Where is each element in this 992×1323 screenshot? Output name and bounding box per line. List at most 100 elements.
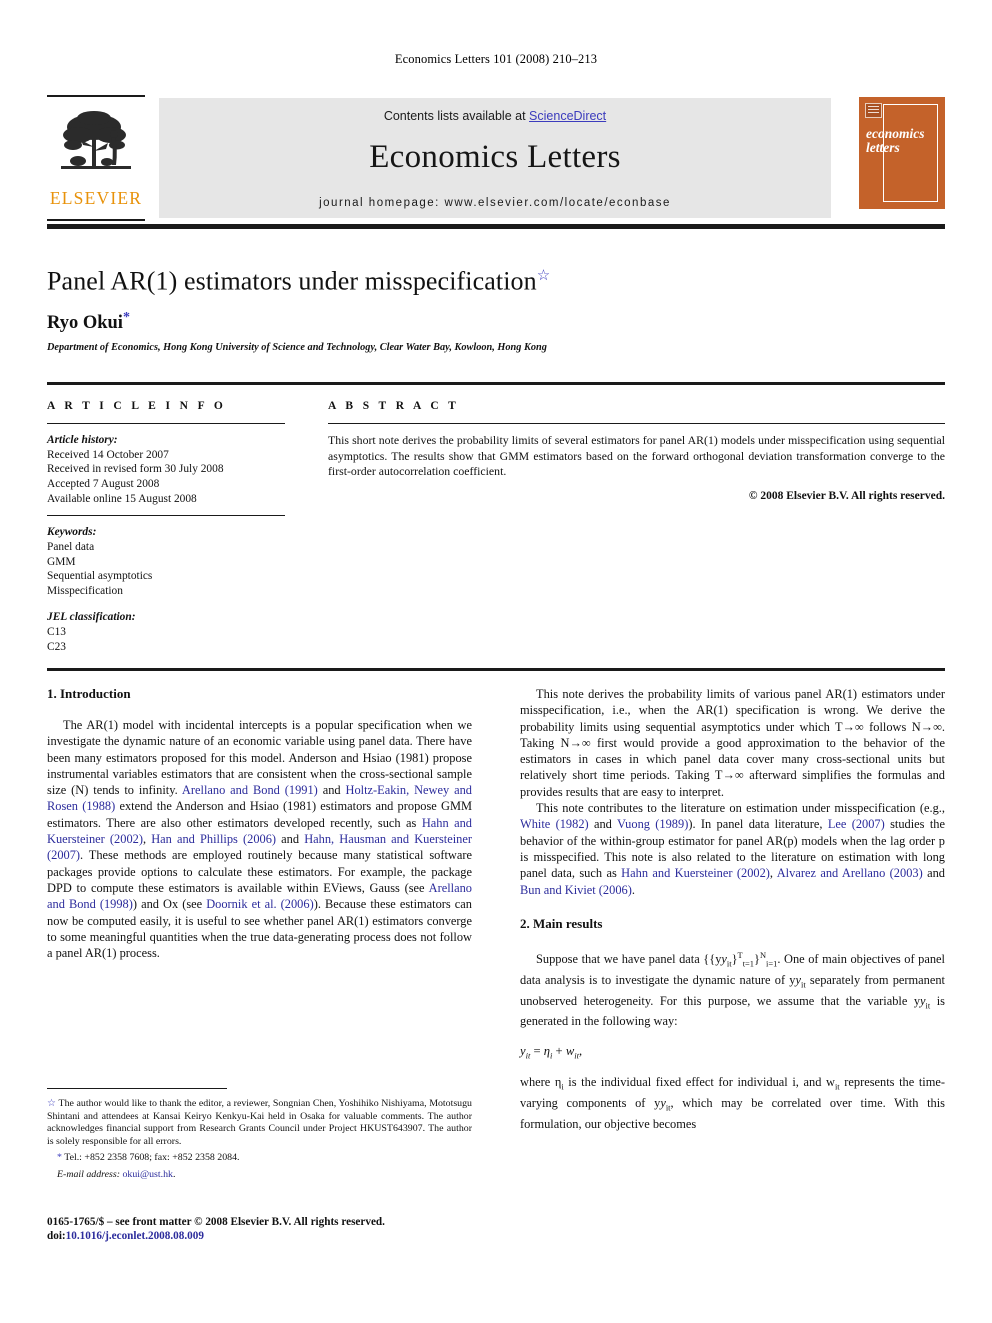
abstract-bottom-rule [47, 668, 945, 671]
cover-title-line2: letters [866, 140, 900, 155]
lit-text-g: . [631, 882, 635, 897]
footnote-block: ☆ The author would like to thank the edi… [47, 1098, 472, 1182]
citation-link[interactable]: Doornik et al. (2006) [206, 897, 313, 911]
jel-group: JEL classification: C13 C23 [47, 610, 285, 654]
setup-text-a: Suppose that we have panel data {{y [536, 951, 722, 966]
footnote-star-icon: ☆ [47, 1098, 57, 1109]
cover-title: economics letters [866, 127, 925, 155]
intro-text-e: and [276, 832, 305, 847]
keywords-rule [47, 515, 285, 517]
title-footnote-marker-icon[interactable]: ☆ [537, 268, 551, 284]
paragraph-literature: This note contributes to the literature … [520, 800, 945, 898]
doi-line: doi:10.1016/j.econlet.2008.08.009 [47, 1229, 507, 1243]
citation-link[interactable]: Bun and Kiviet (2006) [520, 883, 632, 897]
intro-text-d: , [142, 832, 152, 847]
tree-illustration-svg [61, 111, 131, 169]
paragraph-intro: The AR(1) model with incidental intercep… [47, 717, 472, 961]
citation-link[interactable]: Hahn and Kuersteiner (2002) [621, 866, 770, 880]
keyword-item: Misspecification [47, 584, 123, 597]
footnote-email-line: E-mail address: okui@ust.hk. [57, 1168, 176, 1180]
citation-link[interactable]: Vuong (1989) [617, 817, 688, 831]
history-item: Received 14 October 2007 [47, 448, 169, 461]
keywords-label: Keywords: [47, 526, 97, 539]
cover-title-line1: economics [866, 126, 925, 141]
journal-banner: Contents lists available at ScienceDirec… [159, 98, 831, 218]
elsevier-tree-icon [61, 107, 131, 186]
jel-code: C13 [47, 625, 66, 638]
journal-masthead: ELSEVIER Contents lists available at Sci… [47, 95, 945, 223]
article-title-text: Panel AR(1) estimators under misspecific… [47, 266, 537, 296]
section-heading-introduction: 1. Introduction [47, 686, 131, 701]
footnote-corresponding-marker-icon: * [57, 1152, 62, 1164]
author-name: Ryo Okui [47, 312, 123, 333]
footnote-telephone: Tel.: +852 2358 7608; fax: +852 2358 208… [64, 1152, 240, 1164]
elsevier-logo: ELSEVIER [47, 95, 145, 221]
keyword-item: Sequential asymptotics [47, 570, 153, 583]
keyword-item: Panel data [47, 540, 95, 553]
article-info-rule [47, 423, 285, 425]
footnote-email-label: E-mail address: [57, 1168, 120, 1180]
history-item: Received in revised form 30 July 2008 [47, 463, 224, 476]
abstract-copyright: © 2008 Elsevier B.V. All rights reserved… [748, 490, 945, 503]
contents-available-line: Contents lists available at ScienceDirec… [159, 109, 831, 123]
imprint-block: 0165-1765/$ – see front matter © 2008 El… [47, 1215, 507, 1244]
article-history-group: Article history: Received 14 October 200… [47, 433, 285, 506]
sciencedirect-link[interactable]: ScienceDirect [529, 109, 606, 123]
where-text-a: where η [520, 1075, 562, 1090]
keyword-item: GMM [47, 555, 76, 568]
keywords-group: Keywords: Panel data GMM Sequential asym… [47, 525, 285, 598]
section-heading-main-results: 2. Main results [520, 915, 603, 931]
intro-text-b: and [317, 783, 346, 798]
left-column: 1. Introduction The AR(1) model with inc… [47, 686, 472, 961]
abstract-column: A B S T R A C T This short note derives … [328, 400, 945, 502]
equation-fixed-effects: yit = ηi + wit, [520, 1043, 583, 1061]
abstract-rule [328, 423, 945, 425]
footnote-tel-line: * Tel.: +852 2358 7608; fax: +852 2358 2… [47, 1152, 472, 1165]
article-page: Economics Letters 101 (2008) 210–213 ELS… [0, 0, 992, 1323]
citation-link[interactable]: White (1982) [520, 817, 589, 831]
journal-homepage-line[interactable]: journal homepage: www.elsevier.com/locat… [159, 197, 831, 209]
journal-cover-thumbnail[interactable]: economics letters [859, 97, 945, 209]
corresponding-author-marker-icon[interactable]: * [123, 310, 130, 325]
article-info-heading: A R T I C L E I N F O [47, 400, 227, 412]
jel-code: C23 [47, 640, 66, 653]
lit-text-e: , [769, 866, 777, 881]
doi-link[interactable]: 10.1016/j.econlet.2008.08.009 [66, 1230, 204, 1242]
issn-line: 0165-1765/$ – see front matter © 2008 El… [47, 1216, 385, 1228]
doi-label: doi: [47, 1230, 66, 1243]
citation-link[interactable]: Han and Phillips (2006) [151, 832, 276, 846]
citation-link[interactable]: Arellano and Bond (1991) [182, 783, 318, 797]
where-text-b: is the individual fixed effect for indiv… [563, 1075, 835, 1090]
intro-text-g: ) and Ox (see [132, 897, 207, 912]
article-history-label: Article history: [47, 434, 118, 447]
lit-text-a: This note contributes to the literature … [536, 801, 945, 816]
page-title: Panel AR(1) estimators under misspecific… [47, 266, 945, 297]
lit-text-c: ). In panel data literature, [688, 817, 828, 832]
author-affiliation: Department of Economics, Hong Kong Unive… [47, 341, 547, 353]
lit-text-b: and [588, 817, 617, 832]
lit-text-f: and [922, 866, 946, 881]
abstract-heading: A B S T R A C T [328, 400, 460, 412]
footnote-acknowledgement: The author would like to thank the edito… [47, 1098, 472, 1147]
citation-link[interactable]: Alvarez and Arellano (2003) [777, 866, 923, 880]
citation-link[interactable]: Lee (2007) [828, 817, 885, 831]
intro-text-f: . These methods are employed routinely b… [47, 848, 472, 895]
author-email-link[interactable]: okui@ust.hk [122, 1169, 173, 1180]
masthead-bottom-rule [47, 224, 945, 229]
title-bottom-rule [47, 382, 945, 385]
jel-label: JEL classification: [47, 611, 136, 624]
history-item: Accepted 7 August 2008 [47, 477, 160, 490]
paragraph-setup: Suppose that we have panel data {{yyit}T… [520, 949, 945, 1029]
article-info-column: A R T I C L E I N F O Article history: R… [47, 400, 285, 654]
paragraph-where: where ηi is the individual fixed effect … [520, 1075, 946, 1131]
running-head: Economics Letters 101 (2008) 210–213 [394, 52, 598, 66]
abstract-text: This short note derives the probability … [328, 433, 945, 478]
paragraph-note-derives: This note derives the probability limits… [520, 687, 945, 799]
contents-prefix: Contents lists available at [383, 109, 526, 123]
title-block: Panel AR(1) estimators under misspecific… [47, 266, 945, 353]
journal-title: Economics Letters [369, 139, 621, 175]
author-line: Ryo Okui* [47, 310, 945, 334]
elsevier-wordmark: ELSEVIER [49, 188, 143, 208]
right-column: This note derives the probability limits… [520, 686, 945, 1132]
